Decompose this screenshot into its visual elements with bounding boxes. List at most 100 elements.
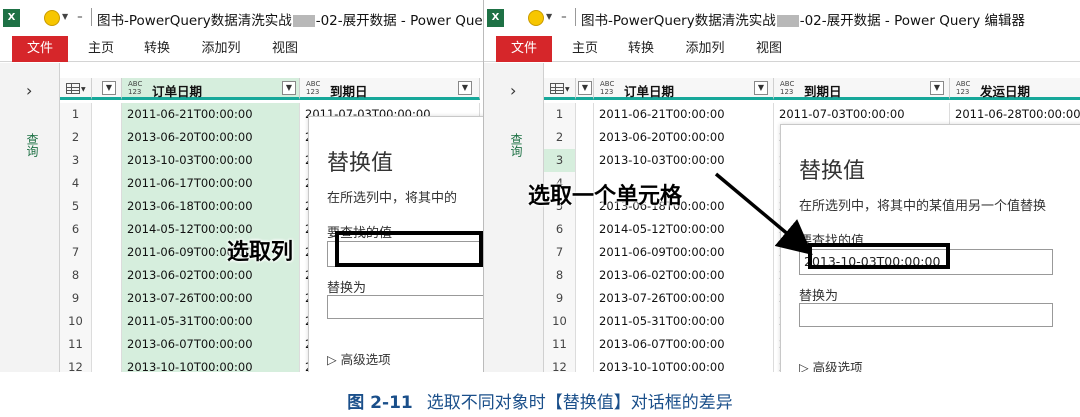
row-number-cell[interactable]: 6 (544, 218, 576, 241)
blank-cell[interactable] (576, 333, 594, 356)
blank-cell[interactable] (576, 287, 594, 310)
row-number-cell[interactable]: 7 (60, 241, 92, 264)
table-row[interactable]: 1 2011-06-21T00:00:00 2011-07-03T00:00:00 2… (544, 103, 1080, 126)
blank-cell[interactable] (92, 333, 122, 356)
row-number-cell[interactable]: 10 (544, 310, 576, 333)
row-number-cell[interactable]: 11 (544, 333, 576, 356)
blank-cell[interactable] (92, 310, 122, 333)
blank-cell[interactable] (576, 103, 594, 126)
order-date-cell[interactable]: 2013-06-07T00:00:00 (594, 333, 774, 356)
tab-add-column[interactable]: 添加列 (682, 36, 728, 62)
row-number-cell[interactable]: 12 (544, 356, 576, 372)
order-date-cell[interactable]: 2011-06-21T00:00:00 (594, 103, 774, 126)
order-date-cell[interactable]: 2013-10-03T00:00:00 (594, 149, 774, 172)
blank-cell[interactable] (576, 126, 594, 149)
order-date-cell[interactable]: 2013-10-10T00:00:00 (594, 356, 774, 372)
order-date-cell[interactable]: 2011-05-31T00:00:00 (122, 310, 300, 333)
order-date-cell[interactable]: 2011-06-21T00:00:00 (122, 103, 300, 126)
blank-cell[interactable] (92, 103, 122, 126)
blank-cell[interactable] (92, 356, 122, 372)
customize-toolbar-icon[interactable]: ₌ (77, 9, 83, 22)
blank-cell[interactable] (576, 149, 594, 172)
tab-transform[interactable]: 转换 (626, 36, 656, 62)
customize-toolbar-icon[interactable]: ₌ (561, 9, 567, 22)
tab-view[interactable]: 视图 (754, 36, 784, 62)
blank-cell[interactable] (92, 241, 122, 264)
queries-pane-label[interactable]: 查询 (508, 133, 525, 157)
blank-cell[interactable] (92, 126, 122, 149)
smiley-feedback-icon[interactable] (44, 10, 60, 26)
order-date-cell[interactable]: 2014-05-12T00:00:00 (594, 218, 774, 241)
filter-dropdown-icon[interactable]: ▼ (458, 81, 472, 95)
filter-dropdown-icon[interactable]: ▼ (930, 81, 944, 95)
row-number-cell[interactable]: 5 (60, 195, 92, 218)
ship-date-cell[interactable]: 2011-06-28T00:00:00 (950, 103, 1080, 126)
column-header-order-date[interactable]: ABC 123 订单日期 ▼ (122, 78, 300, 100)
tab-home[interactable]: 主页 (86, 36, 116, 62)
blank-cell[interactable] (92, 218, 122, 241)
row-number-cell[interactable]: 2 (60, 126, 92, 149)
row-number-cell[interactable]: 8 (544, 264, 576, 287)
order-date-cell[interactable]: 2013-07-26T00:00:00 (122, 287, 300, 310)
blank-cell[interactable] (92, 149, 122, 172)
blank-column-header[interactable]: ▼ (576, 78, 594, 100)
tab-file[interactable]: 文件 (12, 36, 68, 62)
row-number-cell[interactable]: 3 (60, 149, 92, 172)
order-date-cell[interactable]: 2013-06-18T00:00:00 (122, 195, 300, 218)
tab-add-column[interactable]: 添加列 (198, 36, 244, 62)
advanced-options-toggle[interactable]: ▷ 高级选项 (799, 357, 863, 372)
blank-cell[interactable] (92, 172, 122, 195)
blank-cell[interactable] (576, 310, 594, 333)
row-number-cell[interactable]: 6 (60, 218, 92, 241)
order-date-cell[interactable]: 2011-06-09T00:00:00 (594, 241, 774, 264)
row-number-cell[interactable]: 9 (544, 287, 576, 310)
filter-dropdown-icon[interactable]: ▼ (754, 81, 768, 95)
blank-cell[interactable] (576, 218, 594, 241)
row-number-cell[interactable]: 10 (60, 310, 92, 333)
order-date-cell[interactable]: 2013-06-02T00:00:00 (594, 264, 774, 287)
blank-cell[interactable] (92, 287, 122, 310)
due-date-cell[interactable]: 2011-07-03T00:00:00 (774, 103, 950, 126)
queries-pane-label[interactable]: 查询 (24, 133, 41, 157)
filter-dropdown-icon[interactable]: ▼ (282, 81, 296, 95)
column-header-due-date[interactable]: ABC 123 到期日 ▼ (774, 78, 950, 100)
row-number-cell[interactable]: 12 (60, 356, 92, 372)
tab-transform[interactable]: 转换 (142, 36, 172, 62)
row-number-cell[interactable]: 7 (544, 241, 576, 264)
replace-with-input[interactable] (799, 303, 1053, 327)
order-date-cell[interactable]: 2013-06-02T00:00:00 (122, 264, 300, 287)
chevron-down-icon[interactable]: ▼ (546, 12, 552, 21)
order-date-cell[interactable]: 2013-06-20T00:00:00 (594, 126, 774, 149)
smiley-feedback-icon[interactable] (528, 10, 544, 26)
row-number-cell[interactable]: 9 (60, 287, 92, 310)
chevron-down-icon[interactable]: ▼ (62, 12, 68, 21)
advanced-options-toggle[interactable]: ▷ 高级选项 (327, 349, 391, 368)
row-number-cell[interactable]: 2 (544, 126, 576, 149)
filter-dropdown-icon[interactable]: ▼ (102, 81, 116, 95)
chevron-right-icon[interactable]: › (26, 81, 32, 100)
order-date-cell[interactable]: 2013-06-20T00:00:00 (122, 126, 300, 149)
order-date-cell[interactable]: 2013-10-10T00:00:00 (122, 356, 300, 372)
order-date-cell[interactable]: 2013-10-03T00:00:00 (122, 149, 300, 172)
tab-view[interactable]: 视图 (270, 36, 300, 62)
row-number-cell[interactable]: 4 (60, 172, 92, 195)
filter-dropdown-icon[interactable]: ▼ (578, 81, 592, 95)
blank-cell[interactable] (576, 264, 594, 287)
blank-cell[interactable] (92, 195, 122, 218)
tab-file[interactable]: 文件 (496, 36, 552, 62)
blank-cell[interactable] (92, 264, 122, 287)
row-number-cell[interactable]: 11 (60, 333, 92, 356)
blank-column-header[interactable]: ▼ (92, 78, 122, 100)
replace-with-input[interactable] (327, 295, 483, 319)
table-menu-header[interactable]: ▼ (60, 78, 92, 100)
column-header-order-date[interactable]: ABC 123 订单日期 ▼ (594, 78, 774, 100)
order-date-cell[interactable]: 2013-06-07T00:00:00 (122, 333, 300, 356)
order-date-cell[interactable]: 2011-05-31T00:00:00 (594, 310, 774, 333)
row-number-cell[interactable]: 3 (544, 149, 576, 172)
row-number-cell[interactable]: 8 (60, 264, 92, 287)
order-date-cell[interactable]: 2013-07-26T00:00:00 (594, 287, 774, 310)
tab-home[interactable]: 主页 (570, 36, 600, 62)
chevron-right-icon[interactable]: › (510, 81, 516, 100)
row-number-cell[interactable]: 1 (544, 103, 576, 126)
table-menu-header[interactable]: ▼ (544, 78, 576, 100)
